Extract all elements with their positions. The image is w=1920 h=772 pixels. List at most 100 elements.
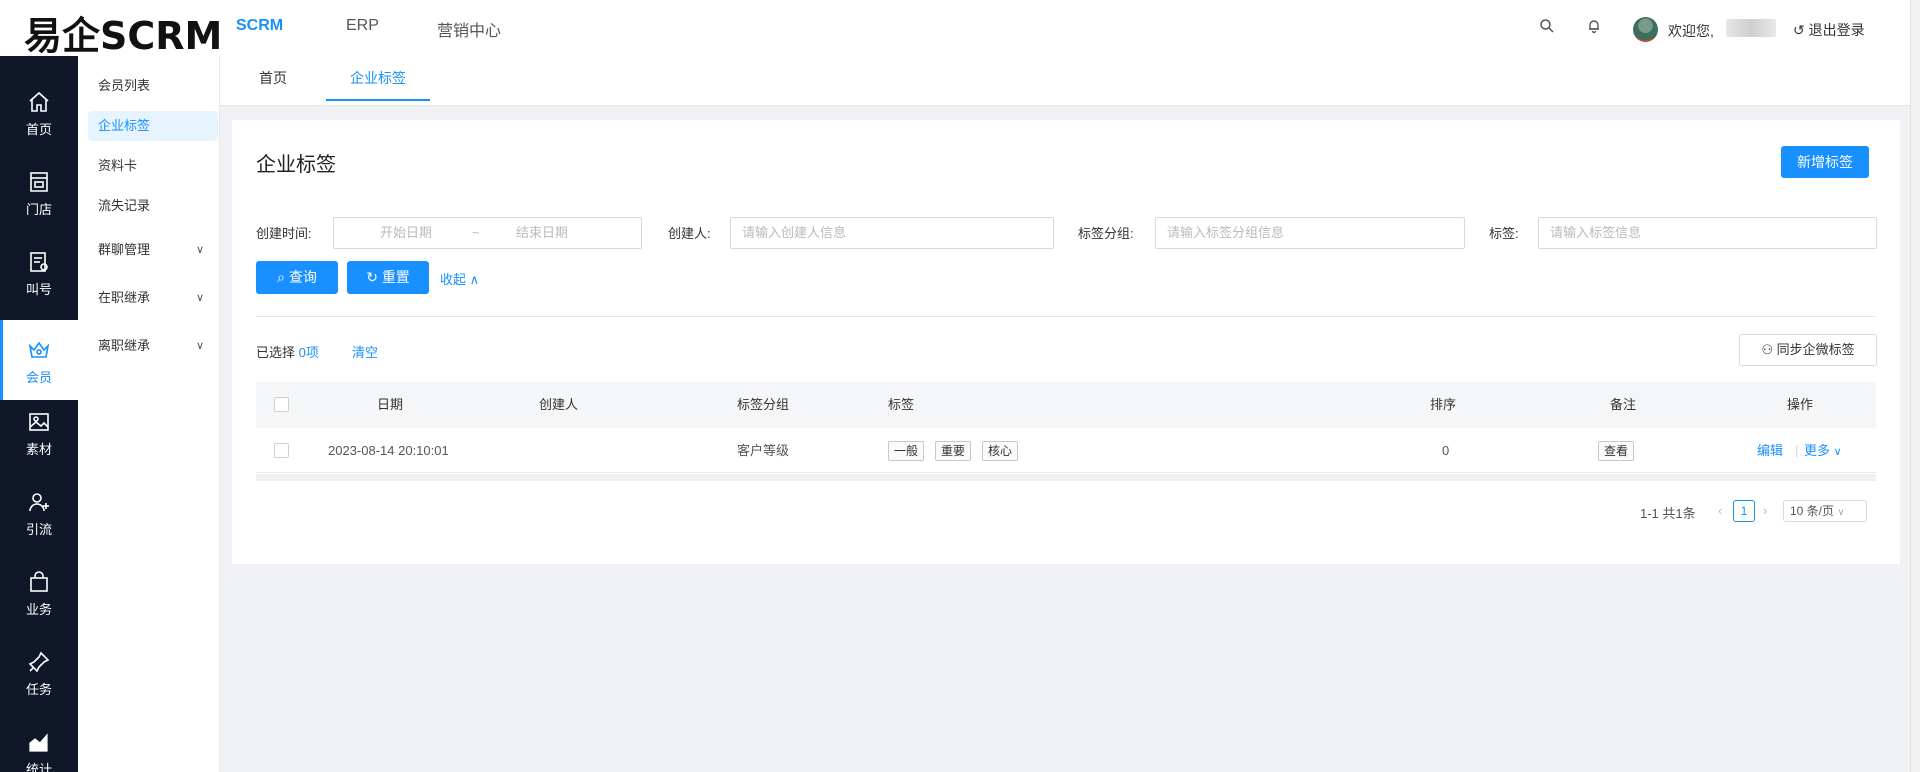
rail-item-traffic[interactable]: 引流 [0, 472, 78, 552]
rail-item-business[interactable]: 业务 [0, 552, 78, 632]
range-separator: ~ [472, 225, 480, 240]
sync-wecom-tags-button[interactable]: ⚇ 同步企微标签 [1739, 334, 1877, 366]
rail-label: 任务 [25, 682, 52, 697]
rail-label: 会员 [25, 370, 52, 385]
col-creator: 创建人 [539, 397, 579, 412]
col-tags: 标签 [888, 397, 915, 412]
action-separator: | [1795, 443, 1799, 458]
user-add-icon [29, 493, 49, 512]
next-page-icon[interactable]: › [1763, 503, 1767, 518]
queue-icon [30, 252, 48, 272]
rail-label: 首页 [25, 122, 52, 137]
clear-selection-link[interactable]: 清空 [352, 342, 378, 361]
table-row: 2023-08-14 20:10:01 客户等级 一般 重要 核心 0 查看 编… [256, 428, 1876, 473]
rail-label: 业务 [25, 602, 52, 617]
submenu-item-profile-card[interactable]: 资料卡 [88, 151, 218, 181]
col-date: 日期 [377, 397, 404, 412]
submenu-item-resign-inherit[interactable]: 离职继承 ∨ [88, 331, 218, 361]
tab-home[interactable]: 首页 [244, 56, 302, 101]
sync-label: 同步企微标签 [1776, 342, 1855, 357]
search-icon: ⌕ [277, 269, 285, 285]
more-dropdown[interactable]: 更多 ∨ [1804, 428, 1842, 473]
page-number-button[interactable]: 1 [1733, 500, 1755, 522]
col-remark: 备注 [1610, 397, 1637, 412]
rail-item-stats[interactable]: 统计 [0, 712, 78, 772]
rail-label: 叫号 [25, 282, 52, 297]
logout-button[interactable]: ↺ 退出登录 [1793, 20, 1865, 40]
add-tag-button[interactable]: 新增标签 [1781, 146, 1869, 178]
submenu-item-churn-log[interactable]: 流失记录 [88, 191, 218, 221]
pin-icon [28, 651, 50, 673]
rail-label: 素材 [25, 442, 52, 457]
content-card: 企业标签 新增标签 创建时间: 开始日期 ~ 结束日期 创建人: 请输入创建人信… [232, 120, 1900, 564]
cell-date: 2023-08-14 20:10:01 [328, 443, 449, 458]
tab-corp-tags[interactable]: 企业标签 [326, 56, 430, 101]
rail-item-task[interactable]: 任务 [0, 632, 78, 712]
rail-item-home[interactable]: 首页 [0, 72, 78, 152]
submenu-label: 群聊管理 [98, 242, 151, 257]
bag-icon [30, 571, 48, 592]
tag-chip: 核心 [982, 441, 1019, 461]
wechat-icon: ⚇ [1761, 342, 1773, 357]
search-icon[interactable] [1537, 18, 1557, 38]
selection-count: 0项 [298, 345, 319, 360]
row-checkbox[interactable] [274, 443, 289, 458]
collapse-link[interactable]: 收起 ∧ [440, 269, 479, 288]
page-title: 企业标签 [256, 154, 336, 176]
chevron-up-icon: ∧ [469, 272, 480, 287]
submenu-label: 离职继承 [98, 338, 151, 353]
home-icon [29, 91, 49, 112]
topnav-erp[interactable]: ERP [346, 17, 379, 35]
submenu-item-member-list[interactable]: 会员列表 [88, 71, 218, 101]
start-date-input[interactable]: 开始日期 [380, 218, 432, 248]
tag-input[interactable]: 请输入标签信息 [1538, 217, 1877, 249]
bell-icon[interactable] [1584, 18, 1604, 38]
image-icon [29, 413, 49, 431]
tab-bar: 首页 企业标签 [220, 56, 1920, 106]
tag-group-input[interactable]: 请输入标签分组信息 [1155, 217, 1465, 249]
page-vertical-scrollbar[interactable] [1910, 0, 1920, 772]
submenu-item-corp-tags[interactable]: 企业标签 [88, 111, 218, 141]
chevron-down-icon: ∨ [1833, 446, 1842, 458]
view-remark-button[interactable]: 查看 [1598, 441, 1635, 461]
chevron-down-icon: ∨ [195, 244, 204, 256]
edit-link[interactable]: 编辑 [1757, 428, 1783, 473]
logout-icon: ↺ [1793, 22, 1805, 38]
rail-item-store[interactable]: 门店 [0, 152, 78, 232]
end-date-input[interactable]: 结束日期 [516, 218, 568, 248]
submenu-item-onjob-inherit[interactable]: 在职继承 ∨ [88, 283, 218, 313]
created-time-label: 创建时间: [256, 226, 312, 241]
app-logo[interactable]: 易企SCRM [24, 5, 222, 60]
prev-page-icon[interactable]: ‹ [1718, 503, 1722, 518]
top-header: 易企SCRM SCRM ERP 营销中心 欢迎您, ↺ 退出登录 [0, 0, 1920, 58]
submenu-item-group-chat[interactable]: 群聊管理 ∨ [88, 235, 218, 265]
topnav-scrm[interactable]: SCRM [236, 17, 283, 35]
topnav-marketing[interactable]: 营销中心 [437, 17, 501, 41]
chevron-down-icon: ∨ [195, 292, 204, 304]
col-sort: 排序 [1430, 397, 1457, 412]
chevron-down-icon: ∨ [195, 340, 204, 352]
query-label: 查询 [288, 269, 317, 285]
query-button[interactable]: ⌕ 查询 [256, 261, 338, 294]
chart-icon [29, 733, 48, 752]
select-all-checkbox[interactable] [274, 397, 289, 412]
submenu-label: 流失记录 [98, 198, 151, 213]
chevron-down-icon: ∨ [1837, 507, 1845, 518]
reset-button[interactable]: ↻ 重置 [347, 261, 429, 294]
selection-prefix: 已选择 [256, 345, 296, 360]
rail-item-member[interactable]: 会员 [0, 320, 78, 400]
rail-label: 门店 [25, 202, 52, 217]
selection-info: 已选择 0项 [256, 342, 319, 361]
page-size-select[interactable]: 10 条/页 ∨ [1783, 500, 1867, 522]
logout-label: 退出登录 [1808, 22, 1865, 38]
sub-menu: 会员列表 企业标签 资料卡 流失记录 群聊管理 ∨ 在职继承 ∨ 离职继承 ∨ [78, 56, 220, 772]
table-horizontal-scrollbar[interactable] [256, 474, 1876, 481]
rail-item-material[interactable]: 素材 [0, 392, 78, 472]
member-crown-icon [28, 341, 50, 358]
avatar[interactable] [1633, 17, 1658, 42]
date-range-picker[interactable]: 开始日期 ~ 结束日期 [333, 217, 642, 249]
creator-input[interactable]: 请输入创建人信息 [730, 217, 1054, 249]
refresh-icon: ↻ [366, 269, 378, 285]
welcome-text: 欢迎您, [1668, 23, 1714, 39]
rail-item-queue[interactable]: 叫号 [0, 232, 78, 312]
